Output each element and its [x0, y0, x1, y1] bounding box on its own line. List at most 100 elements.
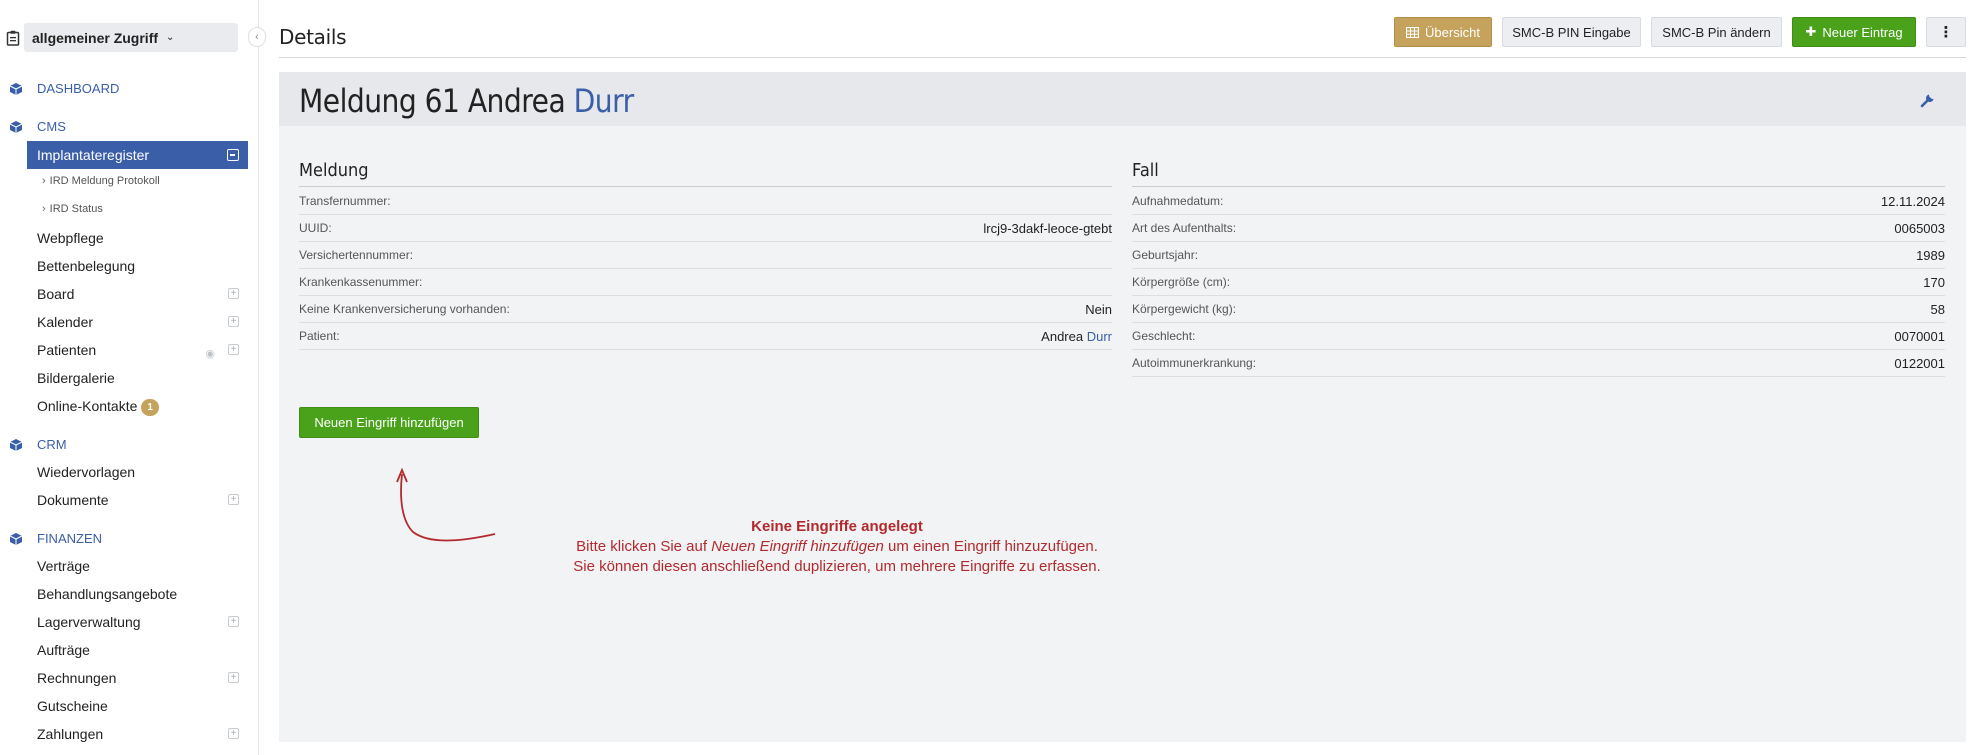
collapse-minus-icon[interactable]	[227, 149, 239, 161]
hint-arrow-icon	[396, 467, 496, 542]
detail-row: Körpergröße (cm): 170	[1132, 269, 1945, 296]
record-header: Meldung 61 Andrea Durr	[279, 72, 1966, 126]
detail-label: Keine Krankenversicherung vorhanden:	[299, 302, 510, 316]
sidebar-item-label: Board	[37, 286, 75, 302]
detail-row: Krankenkassenummer:	[299, 269, 1112, 296]
sidebar-item-webpflege[interactable]: Webpflege	[37, 227, 247, 249]
detail-row: Versichertennummer:	[299, 242, 1112, 269]
table-icon	[1406, 26, 1420, 38]
context-selector[interactable]: allgemeiner Zugriff ⌄	[6, 23, 238, 52]
record-title-text: Meldung 61 Andrea	[299, 82, 566, 120]
sidebar-item-zahlungen[interactable]: Zahlungen +	[37, 723, 247, 745]
sidebar-item-dokumente[interactable]: Dokumente +	[37, 489, 247, 511]
detail-value-text: 58	[1930, 301, 1945, 317]
detail-label: Geburtsjahr:	[1132, 248, 1199, 262]
sidebar-item-gutscheine[interactable]: Gutscheine	[37, 695, 247, 717]
sidebar-item-kalender[interactable]: Kalender +	[37, 311, 247, 333]
expand-plus-icon[interactable]: +	[228, 316, 239, 327]
expand-plus-icon[interactable]: +	[228, 728, 239, 739]
hint-text: um einen Eingriff hinzuzufügen.	[883, 538, 1098, 555]
detail-label: Patient:	[299, 329, 340, 343]
sidebar-item-lagerverwaltung[interactable]: Lagerverwaltung +	[37, 611, 247, 633]
detail-value-text: Nein	[1085, 301, 1112, 317]
detail-row: Autoimmunerkrankung: 0122001	[1132, 350, 1945, 377]
nav-section-crm[interactable]: CRM	[9, 437, 67, 452]
expand-plus-icon[interactable]: +	[228, 616, 239, 627]
button-label: SMC-B Pin ändern	[1662, 24, 1771, 40]
sidebar-item-label: Rechnungen	[37, 670, 117, 686]
expand-plus-icon[interactable]: +	[228, 344, 239, 355]
detail-value-text: 1989	[1916, 247, 1945, 263]
sidebar-item-bettenbelegung[interactable]: Bettenbelegung	[37, 255, 247, 277]
detail-label: Körpergröße (cm):	[1132, 275, 1231, 289]
sidebar-item-rechnungen[interactable]: Rechnungen +	[37, 667, 247, 689]
fall-divider	[1132, 186, 1945, 187]
hint-line-1: Bitte klicken Sie auf Neuen Eingriff hin…	[527, 537, 1147, 557]
detail-label: Geschlecht:	[1132, 329, 1196, 343]
detail-value-text: 0122001	[1894, 355, 1945, 371]
nav-section-finanzen[interactable]: FINANZEN	[9, 531, 102, 546]
sidebar-item-bildergalerie[interactable]: Bildergalerie	[37, 367, 247, 389]
hint-title: Keine Eingriffe angelegt	[751, 518, 923, 535]
detail-value-text: 0065003	[1894, 220, 1945, 236]
sidebar-item-label: Bettenbelegung	[37, 258, 136, 274]
neuer-eintrag-button[interactable]: ✚ Neuer Eintrag	[1792, 17, 1916, 47]
detail-value: 12.11.2024	[1881, 194, 1945, 209]
smcb-pin-eingabe-button[interactable]: SMC-B PIN Eingabe	[1502, 17, 1641, 47]
sidebar-item-label: Aufträge	[37, 642, 90, 658]
add-eingriff-button[interactable]: Neuen Eingriff hinzufügen	[299, 407, 479, 438]
detail-row: Transfernummer:	[299, 188, 1112, 215]
sidebar-item-label: Webpflege	[37, 230, 104, 246]
sidebar-collapse-button[interactable]: ‹	[248, 27, 266, 47]
cube-icon	[9, 120, 23, 133]
hint-emphasis: Neuen Eingriff hinzufügen	[711, 538, 884, 555]
nav-section-label: CMS	[37, 119, 66, 134]
sidebar-item-label: Gutscheine	[37, 698, 108, 714]
eye-icon[interactable]: ◉	[205, 343, 215, 365]
detail-label: Aufnahmedatum:	[1132, 194, 1224, 208]
sidebar-item-label: Lagerverwaltung	[37, 614, 141, 630]
expand-plus-icon[interactable]: +	[228, 288, 239, 299]
detail-row: Geschlecht: 0070001	[1132, 323, 1945, 350]
sidebar-item-label: Implantateregister	[37, 147, 150, 163]
detail-value-text: 0070001	[1894, 328, 1945, 344]
uebersicht-button[interactable]: Übersicht	[1394, 17, 1492, 47]
nav-section-label: FINANZEN	[37, 531, 102, 546]
sidebar-item-label: Dokumente	[37, 492, 109, 508]
expand-plus-icon[interactable]: +	[228, 494, 239, 505]
button-label: Neuer Eintrag	[1822, 24, 1903, 40]
sidebar-item-online-kontakte[interactable]: Online-Kontakte 1	[37, 395, 247, 417]
expand-plus-icon[interactable]: +	[228, 672, 239, 683]
detail-row: Aufnahmedatum: 12.11.2024	[1132, 188, 1945, 215]
sidebar-item-behandlungsangebote[interactable]: Behandlungsangebote	[37, 583, 247, 605]
patient-name-link[interactable]: Durr	[574, 82, 635, 120]
detail-value: 0070001	[1894, 329, 1945, 344]
context-dropdown[interactable]: allgemeiner Zugriff ⌄	[24, 23, 238, 52]
detail-label: Krankenkassenummer:	[299, 275, 423, 289]
chevron-down-icon: ⌄	[166, 32, 175, 43]
detail-label: Körpergewicht (kg):	[1132, 302, 1237, 316]
sidebar-item-implantateregister[interactable]: Implantateregister	[27, 141, 248, 169]
sidebar-item-label: Wiedervorlagen	[37, 464, 136, 480]
sidebar-item-board[interactable]: Board +	[37, 283, 247, 305]
detail-row: Art des Aufenthalts: 0065003	[1132, 215, 1945, 242]
patient-link[interactable]: Durr	[1087, 329, 1112, 344]
wrench-icon[interactable]	[1920, 92, 1936, 108]
detail-row: Körpergewicht (kg): 58	[1132, 296, 1945, 323]
detail-row: Patient: Andrea Durr	[299, 323, 1112, 350]
detail-value-text: lrcj9-3dakf-leoce-gtebt	[983, 220, 1112, 236]
sidebar-item-patienten[interactable]: Patienten ◉ +	[37, 339, 247, 361]
sidebar-subitem-ird-status[interactable]: IRD Status	[42, 203, 103, 215]
sidebar-item-wiedervorlagen[interactable]: Wiedervorlagen	[37, 461, 247, 483]
nav-section-cms[interactable]: CMS	[9, 119, 66, 134]
sidebar-item-vertraege[interactable]: Verträge	[37, 555, 247, 577]
more-options-button[interactable]: ⋮	[1926, 17, 1966, 47]
sidebar-subitem-ird-meldung-protokoll[interactable]: IRD Meldung Protokoll	[42, 175, 160, 187]
smcb-pin-aendern-button[interactable]: SMC-B Pin ändern	[1651, 17, 1782, 47]
detail-value: Andrea Durr	[1041, 329, 1112, 344]
cube-icon	[9, 438, 23, 451]
nav-section-dashboard[interactable]: DASHBOARD	[9, 81, 119, 96]
sidebar-item-auftraege[interactable]: Aufträge	[37, 639, 247, 661]
cube-icon	[9, 82, 23, 95]
hint-text: Bitte klicken Sie auf	[576, 538, 712, 555]
